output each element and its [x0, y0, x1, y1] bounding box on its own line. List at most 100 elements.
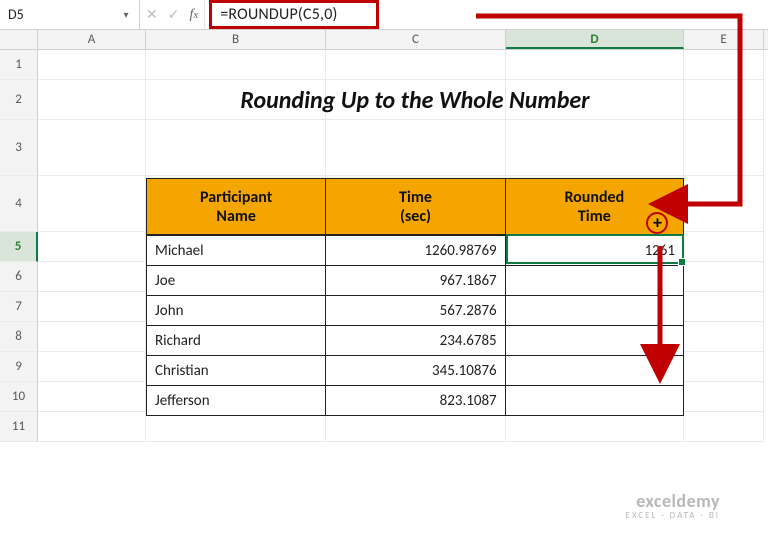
- cell[interactable]: [684, 382, 764, 412]
- cell[interactable]: [326, 120, 506, 176]
- cell[interactable]: [684, 412, 764, 442]
- cell-rounded[interactable]: [506, 325, 683, 355]
- cell[interactable]: [146, 412, 326, 442]
- cell[interactable]: [506, 120, 684, 176]
- cell-time[interactable]: 567.2876: [326, 295, 505, 325]
- cell[interactable]: [146, 50, 326, 80]
- row-head-8[interactable]: 8: [0, 322, 38, 352]
- row-head-2[interactable]: 2: [0, 80, 38, 120]
- cell-rounded[interactable]: [506, 355, 683, 385]
- crosshair-icon: +: [653, 214, 662, 232]
- header-participant: Participant Name: [147, 179, 326, 235]
- cell[interactable]: [38, 176, 146, 232]
- row-head-9[interactable]: 9: [0, 352, 38, 382]
- table-row[interactable]: Joe967.1867: [147, 265, 683, 295]
- cell[interactable]: [506, 50, 684, 80]
- cell-time[interactable]: 967.1867: [326, 265, 505, 295]
- cell[interactable]: [684, 352, 764, 382]
- cell[interactable]: [684, 292, 764, 322]
- header-rounded-l2: Time: [578, 207, 611, 226]
- table-row[interactable]: Christian345.10876: [147, 355, 683, 385]
- row-head-6[interactable]: 6: [0, 262, 38, 292]
- row-head-7[interactable]: 7: [0, 292, 38, 322]
- cell-name[interactable]: Joe: [147, 265, 326, 295]
- cell-time[interactable]: 1260.98769: [326, 235, 505, 265]
- table-row[interactable]: John567.2876: [147, 295, 683, 325]
- col-head-E[interactable]: E: [684, 30, 764, 49]
- cancel-icon[interactable]: ✕: [146, 6, 158, 23]
- cell[interactable]: [38, 232, 146, 262]
- row-head-1[interactable]: 1: [0, 50, 38, 80]
- header-time: Time (sec): [326, 179, 505, 235]
- cells-area[interactable]: Rounding Up to the Whole Number Particip…: [38, 50, 768, 442]
- cell-name[interactable]: Richard: [147, 325, 326, 355]
- row-head-4[interactable]: 4: [0, 176, 38, 232]
- cell-time[interactable]: 234.6785: [326, 325, 505, 355]
- cell[interactable]: [38, 120, 146, 176]
- name-box-dropdown-icon[interactable]: ▾: [117, 6, 135, 24]
- cell[interactable]: [38, 50, 146, 80]
- grid-body: 1234567891011 Rounding Up to the Whole N…: [0, 50, 768, 442]
- cell[interactable]: [326, 50, 506, 80]
- cell-name[interactable]: Christian: [147, 355, 326, 385]
- row-head-5[interactable]: 5: [0, 232, 38, 262]
- cell[interactable]: [684, 262, 764, 292]
- page-title: Rounding Up to the Whole Number: [240, 86, 589, 115]
- cell-name[interactable]: John: [147, 295, 326, 325]
- column-headers: A B C D E: [0, 30, 768, 50]
- cell[interactable]: [684, 176, 764, 232]
- header-time-l1: Time: [399, 188, 432, 207]
- cell-rounded[interactable]: 1261: [506, 235, 683, 265]
- formula-bar-row: D5 ▾ ✕ ✓ fx =ROUNDUP(C5,0): [0, 0, 768, 30]
- cell[interactable]: [38, 352, 146, 382]
- enter-icon[interactable]: ✓: [168, 6, 180, 23]
- col-head-A[interactable]: A: [38, 30, 146, 49]
- cell[interactable]: [38, 412, 146, 442]
- cell-rounded[interactable]: [506, 295, 683, 325]
- table-row[interactable]: Jefferson823.1087: [147, 385, 683, 415]
- cell-name[interactable]: Jefferson: [147, 385, 326, 415]
- cell-name[interactable]: Michael: [147, 235, 326, 265]
- cell[interactable]: [38, 80, 146, 120]
- row-head-3[interactable]: 3: [0, 120, 38, 176]
- cell-rounded[interactable]: [506, 385, 683, 415]
- select-all-triangle[interactable]: [0, 30, 38, 49]
- cell[interactable]: [684, 322, 764, 352]
- cell[interactable]: [326, 412, 506, 442]
- col-head-B[interactable]: B: [146, 30, 326, 49]
- insert-function-icon[interactable]: fx: [189, 7, 198, 23]
- cell-time[interactable]: 345.10876: [326, 355, 505, 385]
- cell[interactable]: [38, 262, 146, 292]
- cell[interactable]: [38, 322, 146, 352]
- col-head-D[interactable]: D: [506, 30, 684, 49]
- header-participant-l1: Participant: [200, 188, 272, 207]
- data-table: Participant Name Time (sec) Rounded Time…: [146, 178, 684, 416]
- cell[interactable]: [38, 292, 146, 322]
- cell[interactable]: [684, 120, 764, 176]
- cell[interactable]: [684, 80, 764, 120]
- formula-bar[interactable]: =ROUNDUP(C5,0): [205, 0, 768, 29]
- cell-rounded[interactable]: [506, 265, 683, 295]
- cell-time[interactable]: 823.1087: [326, 385, 505, 415]
- table-header-row: Participant Name Time (sec) Rounded Time: [147, 179, 683, 235]
- formula-controls: ✕ ✓ fx: [140, 0, 205, 29]
- row-headers: 1234567891011: [0, 50, 38, 442]
- watermark: exceldemy EXCEL · DATA · BI: [626, 492, 720, 520]
- autofill-cursor-highlight: +: [646, 212, 668, 234]
- name-box-container[interactable]: D5 ▾: [0, 0, 140, 29]
- header-rounded-l1: Rounded: [564, 188, 624, 207]
- cell[interactable]: [684, 50, 764, 80]
- watermark-line2: EXCEL · DATA · BI: [626, 511, 720, 520]
- name-box[interactable]: D5: [8, 6, 117, 23]
- row-head-11[interactable]: 11: [0, 412, 38, 442]
- table-row[interactable]: Richard234.6785: [147, 325, 683, 355]
- col-head-C[interactable]: C: [326, 30, 506, 49]
- cell[interactable]: [38, 382, 146, 412]
- header-participant-l2: Name: [216, 207, 256, 226]
- row-head-10[interactable]: 10: [0, 382, 38, 412]
- cell[interactable]: [146, 120, 326, 176]
- formula-input[interactable]: =ROUNDUP(C5,0): [209, 0, 379, 29]
- table-row[interactable]: Michael1260.987691261: [147, 235, 683, 265]
- cell[interactable]: [506, 412, 684, 442]
- cell[interactable]: [684, 232, 764, 262]
